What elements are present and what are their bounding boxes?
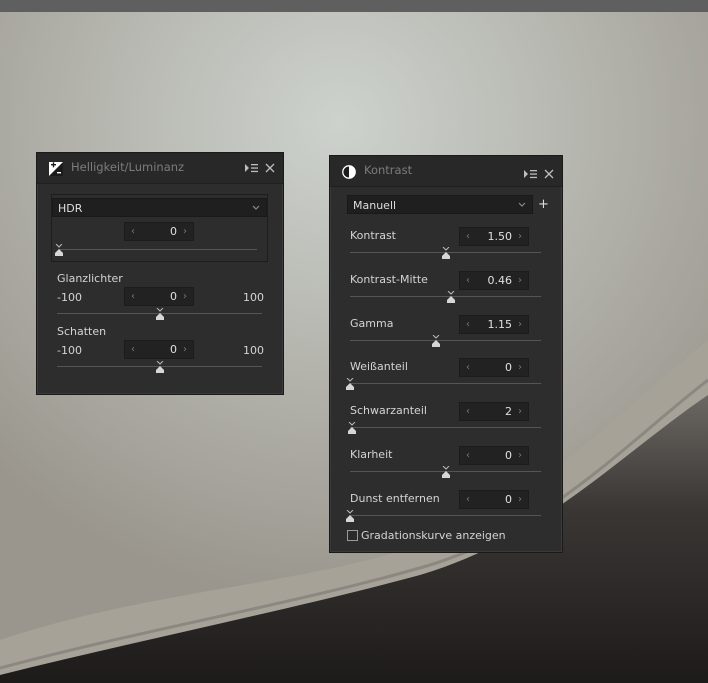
shadows-slider-thumb[interactable] [155, 361, 165, 373]
chevron-down-icon [252, 205, 260, 210]
contrast-item-label: Kontrast [350, 229, 396, 242]
decrement-arrow-icon[interactable]: ‹ [462, 447, 474, 464]
contrast-item-value: 0 [505, 449, 512, 462]
decrement-arrow-icon[interactable]: ‹ [127, 288, 139, 305]
increment-arrow-icon[interactable]: › [514, 491, 526, 508]
shadows-stepper[interactable]: ‹ 0 › [124, 340, 194, 359]
contrast-item-slider-thumb[interactable] [345, 509, 355, 522]
contrast-item-stepper[interactable]: ‹ 1.50 › [459, 227, 529, 246]
increment-arrow-icon[interactable]: › [514, 272, 526, 289]
contrast-item-slider-track[interactable] [350, 427, 541, 429]
contrast-item-value: 1.15 [487, 317, 513, 331]
show-curve-checkbox[interactable] [347, 530, 358, 541]
brightness-panel-title: Helligkeit/Luminanz [71, 160, 185, 174]
brightness-panel-titlebar[interactable]: Helligkeit/Luminanz [37, 153, 283, 184]
contrast-item-slider-thumb[interactable] [441, 466, 451, 478]
contrast-panel-titlebar[interactable]: Kontrast [330, 156, 562, 187]
contrast-item-slider-track[interactable] [350, 383, 541, 385]
contrast-item-value: 0 [505, 361, 512, 375]
hdr-value: 0 [170, 225, 177, 238]
highlights-slider-thumb[interactable] [155, 308, 165, 320]
contrast-panel: Kontrast Manuell + Kontrast ‹ 1.50 › Kontras… [329, 155, 563, 553]
contrast-icon [342, 165, 356, 179]
contrast-item-stepper[interactable]: ‹ 0 › [459, 446, 529, 465]
contrast-item-value: 2 [505, 405, 512, 419]
add-preset-icon[interactable]: + [538, 198, 549, 211]
panel-menu-icon[interactable] [245, 163, 258, 173]
contrast-item-slider-track[interactable] [350, 339, 541, 341]
contrast-item-stepper[interactable]: ‹ 0 › [459, 489, 529, 509]
shadows-value: 0 [170, 343, 177, 356]
brightness-panel: Helligkeit/Luminanz HDR ‹ 0 › Glanzlicht… [36, 152, 284, 395]
contrast-item-value: 1.50 [487, 230, 513, 243]
shadows-max: 100 [243, 344, 264, 357]
contrast-item-slider-thumb[interactable] [446, 290, 456, 303]
contrast-item-slider-thumb[interactable] [431, 334, 441, 347]
contrast-item-slider-thumb[interactable] [345, 378, 355, 391]
decrement-arrow-icon[interactable]: ‹ [462, 316, 474, 333]
decrement-arrow-icon[interactable]: ‹ [462, 403, 474, 420]
contrast-item-label: Gamma [350, 316, 394, 330]
contrast-item-slider-track[interactable] [350, 514, 541, 516]
close-icon[interactable] [544, 169, 554, 179]
increment-arrow-icon[interactable]: › [514, 403, 526, 420]
increment-arrow-icon[interactable]: › [514, 228, 526, 245]
hdr-slider-thumb[interactable] [54, 244, 64, 256]
increment-arrow-icon[interactable]: › [179, 223, 191, 240]
brightness-mode-value: HDR [58, 202, 83, 215]
close-icon[interactable] [265, 163, 275, 173]
decrement-arrow-icon[interactable]: ‹ [462, 491, 474, 508]
contrast-item-stepper[interactable]: ‹ 0 › [459, 358, 529, 378]
contrast-item-stepper[interactable]: ‹ 2 › [459, 402, 529, 422]
contrast-item-label: Schwarzanteil [350, 404, 427, 418]
highlights-label: Glanzlichter [57, 272, 123, 285]
highlights-stepper[interactable]: ‹ 0 › [124, 287, 194, 306]
increment-arrow-icon[interactable]: › [179, 288, 191, 305]
panel-menu-icon[interactable] [524, 169, 537, 179]
contrast-item-value: 0.46 [487, 273, 513, 287]
highlights-value: 0 [170, 290, 177, 303]
contrast-item-label: Kontrast-Mitte [350, 272, 428, 286]
contrast-item-label: Klarheit [350, 448, 393, 461]
highlights-max: 100 [243, 291, 264, 304]
increment-arrow-icon[interactable]: › [514, 447, 526, 464]
contrast-item-stepper[interactable]: ‹ 0.46 › [459, 270, 529, 290]
decrement-arrow-icon[interactable]: ‹ [462, 228, 474, 245]
hdr-slider-track[interactable] [59, 249, 257, 250]
shadows-label: Schatten [57, 325, 107, 338]
contrast-item-label: Dunst entfernen [350, 491, 440, 505]
show-curve-label[interactable]: Gradationskurve anzeigen [361, 529, 506, 542]
highlights-min: -100 [57, 291, 82, 304]
contrast-panel-title: Kontrast [364, 163, 413, 177]
contrast-item-slider-thumb[interactable] [347, 422, 357, 435]
contrast-item-label: Weißanteil [350, 360, 408, 374]
contrast-item-value: 0 [505, 492, 512, 506]
increment-arrow-icon[interactable]: › [179, 341, 191, 358]
chevron-down-icon [518, 202, 526, 207]
decrement-arrow-icon[interactable]: ‹ [462, 272, 474, 289]
contrast-mode-value: Manuell [353, 199, 397, 212]
hdr-stepper[interactable]: ‹ 0 › [124, 222, 194, 241]
brightness-icon [49, 162, 63, 176]
decrement-arrow-icon[interactable]: ‹ [127, 223, 139, 240]
shadows-min: -100 [57, 344, 82, 357]
contrast-mode-dropdown[interactable]: Manuell [347, 195, 533, 214]
decrement-arrow-icon[interactable]: ‹ [127, 341, 139, 358]
contrast-item-stepper[interactable]: ‹ 1.15 › [459, 314, 529, 334]
contrast-item-slider-thumb[interactable] [441, 247, 451, 259]
increment-arrow-icon[interactable]: › [514, 316, 526, 333]
increment-arrow-icon[interactable]: › [514, 359, 526, 376]
brightness-mode-dropdown[interactable]: HDR [52, 198, 267, 217]
decrement-arrow-icon[interactable]: ‹ [462, 359, 474, 376]
